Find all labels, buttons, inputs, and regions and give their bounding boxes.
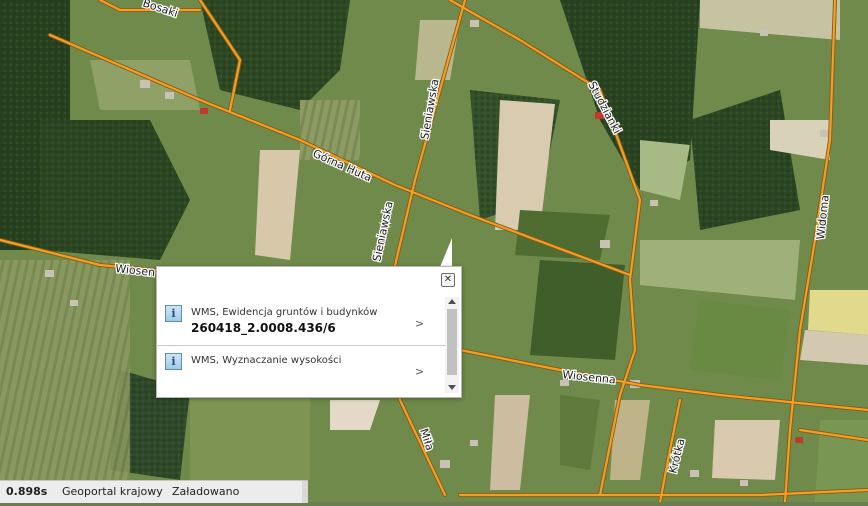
parcel-id-value: 260418_2.0008.436/6 xyxy=(191,321,336,335)
chevron-right-icon[interactable]: > xyxy=(415,317,424,330)
load-time: 0.898s xyxy=(6,485,48,498)
chevron-right-icon[interactable]: > xyxy=(415,365,424,378)
info-icon: i xyxy=(165,305,182,322)
scroll-up-arrow-icon[interactable] xyxy=(448,299,456,304)
load-status: Załadowano xyxy=(172,485,240,498)
scroll-down-arrow-icon[interactable] xyxy=(448,385,456,390)
result-item-ewidencja[interactable]: i WMS, Ewidencja gruntów i budynków 2604… xyxy=(157,297,445,346)
info-icon: i xyxy=(165,353,182,370)
result-item-title: WMS, Wyznaczanie wysokości xyxy=(191,355,342,366)
popup-result-list: i WMS, Ewidencja gruntów i budynków 2604… xyxy=(157,293,445,397)
popup-scrollbar[interactable] xyxy=(445,297,459,393)
result-item-title: WMS, Ewidencja gruntów i budynków xyxy=(191,307,378,318)
data-source: Geoportal krajowy xyxy=(62,485,163,498)
close-icon[interactable]: ✕ xyxy=(441,273,455,287)
status-bar-edge xyxy=(302,481,308,503)
aerial-imagery: Bosaki Górna Huta Sieniawska Sieniawska … xyxy=(0,0,868,504)
scrollbar-thumb[interactable] xyxy=(447,309,457,375)
map-canvas[interactable]: Bosaki Górna Huta Sieniawska Sieniawska … xyxy=(0,0,868,504)
popup-pointer xyxy=(440,238,452,267)
result-item-wysokosc[interactable]: i WMS, Wyznaczanie wysokości > xyxy=(157,349,445,389)
status-bar: 0.898s Geoportal krajowy Załadowano xyxy=(0,480,308,503)
feature-info-popup: ✕ i WMS, Ewidencja gruntów i budynków 26… xyxy=(156,266,462,398)
popup-header: ✕ xyxy=(157,267,461,291)
